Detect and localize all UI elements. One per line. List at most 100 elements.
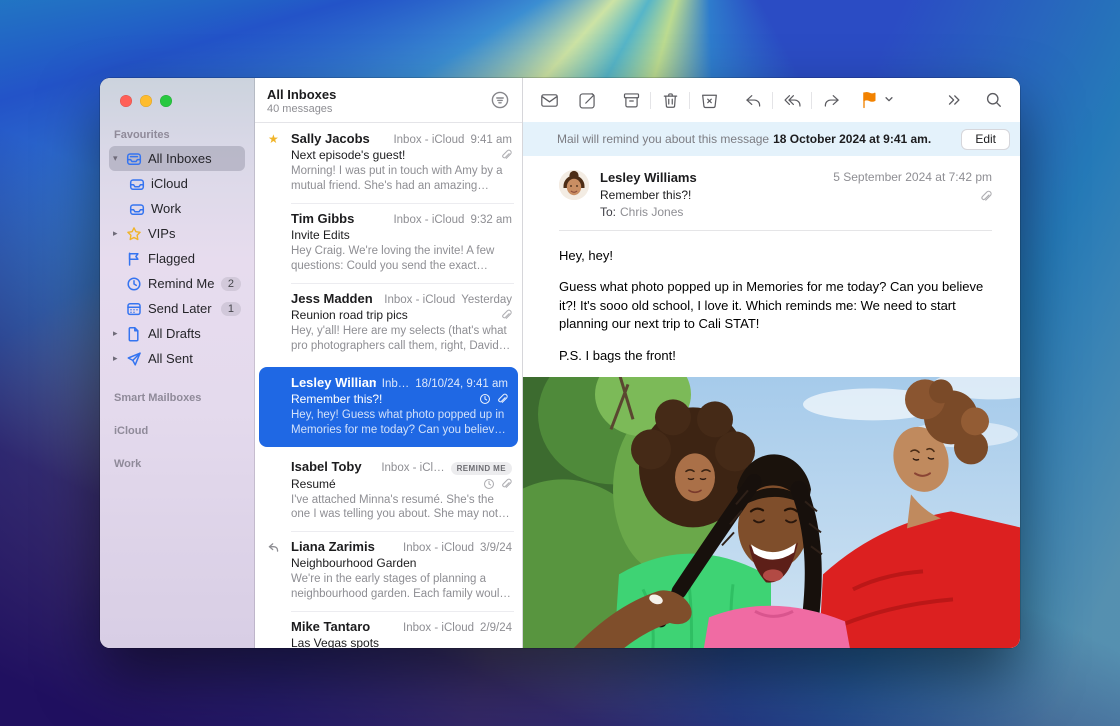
sidebar-item-remind-me[interactable]: Remind Me 2 xyxy=(109,271,245,296)
sidebar-item-label: VIPs xyxy=(148,226,241,241)
message-row[interactable]: Mike TantaroInbox - iCloud2/9/24 Las Veg… xyxy=(255,611,522,648)
row-subject: Neighbourhood Garden xyxy=(291,556,512,570)
reminder-date: 18 October 2024 at 9:41 am. xyxy=(773,132,931,146)
row-preview: Hey Craig. We're loving the invite! A fe… xyxy=(291,244,512,274)
row-sender: Lesley Williams xyxy=(291,375,376,390)
attachment-indicator xyxy=(833,190,992,203)
unread-badge: 2 xyxy=(221,277,241,291)
recipient-name: Chris Jones xyxy=(620,205,683,219)
chevron-down-icon[interactable]: ▾ xyxy=(113,153,126,164)
body-paragraph: Hey, hey! xyxy=(559,247,986,265)
row-date: 2/9/24 xyxy=(480,622,512,634)
message-row[interactable]: ★ Sally JacobsInbox - iCloud9:41 am Next… xyxy=(255,123,522,203)
chevron-right-icon[interactable]: ▸ xyxy=(113,228,126,239)
row-preview: Hey, hey! Guess what photo popped up in … xyxy=(291,408,508,438)
body-paragraph: P.S. I bags the front! xyxy=(559,347,986,365)
more-toolbar-items-button[interactable] xyxy=(942,88,966,112)
message-row[interactable]: Jess Madden Inbox - iCloud Yesterday Reuni… xyxy=(255,283,522,363)
forward-button[interactable] xyxy=(819,88,843,112)
sidebar-item-all-inboxes[interactable]: ▾ All Inboxes xyxy=(109,146,245,171)
filter-icon[interactable] xyxy=(490,90,510,110)
row-subject: Reunion road trip pics xyxy=(291,308,500,322)
flag-menu-chevron-icon[interactable] xyxy=(884,91,894,109)
get-mail-button[interactable] xyxy=(537,88,561,112)
edit-reminder-button[interactable]: Edit xyxy=(961,129,1010,150)
row-date: Yesterday xyxy=(461,294,512,306)
flag-star-icon: ★ xyxy=(268,132,279,146)
search-button[interactable] xyxy=(982,88,1006,112)
paperclip-icon xyxy=(500,149,512,161)
compose-button[interactable] xyxy=(575,88,599,112)
sidebar-item-label: All Sent xyxy=(148,351,241,366)
row-preview: Morning! I was put in touch with Amy by … xyxy=(291,164,512,194)
row-subject: Remember this?! xyxy=(291,392,479,406)
message-row[interactable]: Tim GibbsInbox - iCloud9:32 am Invite Ed… xyxy=(255,203,522,283)
star-icon xyxy=(126,226,142,242)
sidebar-item-all-sent[interactable]: ▸ All Sent xyxy=(109,346,245,371)
minimize-button[interactable] xyxy=(140,95,152,107)
inbox-icon xyxy=(129,201,145,217)
sidebar-item-label: All Inboxes xyxy=(148,151,241,166)
junk-button[interactable] xyxy=(697,88,721,112)
row-subject: Las Vegas spots xyxy=(291,636,512,648)
replied-arrow-icon xyxy=(267,541,280,554)
archive-button[interactable] xyxy=(619,88,643,112)
row-sender: Tim Gibbs xyxy=(291,211,387,226)
row-mailbox: Inbox - iCloud xyxy=(403,542,474,554)
list-message-count: 40 messages xyxy=(267,103,510,115)
message-list-header: All Inboxes 40 messages xyxy=(255,78,522,123)
reply-all-button[interactable] xyxy=(780,88,804,112)
message-list: All Inboxes 40 messages ★ Sally JacobsIn… xyxy=(255,78,523,648)
flag-button[interactable] xyxy=(857,88,881,112)
body-paragraph: Guess what photo popped up in Memories f… xyxy=(559,278,986,333)
row-sender: Jess Madden xyxy=(291,291,378,306)
photo-attachment[interactable] xyxy=(523,377,1020,648)
sender-avatar[interactable] xyxy=(559,170,589,200)
sidebar-item-send-later[interactable]: Send Later 1 xyxy=(109,296,245,321)
toolbar xyxy=(523,78,1020,122)
count-badge: 1 xyxy=(221,302,241,316)
reading-pane: Mail will remind you about this message … xyxy=(523,78,1020,648)
sidebar-item-all-drafts[interactable]: ▸ All Drafts xyxy=(109,321,245,346)
sidebar-item-work-inbox[interactable]: Work xyxy=(109,196,245,221)
remind-clock-icon xyxy=(479,393,491,405)
remind-clock-icon xyxy=(483,478,495,490)
sidebar-item-flagged[interactable]: Flagged xyxy=(109,246,245,271)
row-preview: We're in the early stages of planning a … xyxy=(291,572,512,602)
reminder-banner: Mail will remind you about this message … xyxy=(523,122,1020,156)
inbox-icon xyxy=(129,176,145,192)
message-row[interactable]: Isabel TobyInbox - iCl…REMIND ME Resumé … xyxy=(255,451,522,532)
row-mailbox: Inbox - iCloud xyxy=(393,214,464,226)
row-sender: Liana Zarimis xyxy=(291,539,397,554)
sidebar: Favourites ▾ All Inboxes iCloud Work ▸ V… xyxy=(100,78,255,648)
paperclip-icon xyxy=(500,309,512,321)
paperclip-icon xyxy=(979,190,992,203)
row-sender: Sally Jacobs xyxy=(291,131,387,146)
delete-button[interactable] xyxy=(658,88,682,112)
row-mailbox: Inbox - iCl… xyxy=(381,462,444,474)
mail-window: Favourites ▾ All Inboxes iCloud Work ▸ V… xyxy=(100,78,1020,648)
sidebar-item-icloud-inbox[interactable]: iCloud xyxy=(109,171,245,196)
chevron-right-icon[interactable]: ▸ xyxy=(113,353,126,364)
sidebar-item-label: All Drafts xyxy=(148,326,241,341)
reply-button[interactable] xyxy=(741,88,765,112)
row-sender: Isabel Toby xyxy=(291,459,375,474)
message-row[interactable]: Liana ZarimisInbox - iCloud3/9/24 Neighb… xyxy=(255,531,522,611)
message-date: 5 September 2024 at 7:42 pm xyxy=(833,170,992,184)
close-button[interactable] xyxy=(120,95,132,107)
zoom-button[interactable] xyxy=(160,95,172,107)
row-mailbox: Inb… xyxy=(382,378,410,390)
sidebar-item-label: iCloud xyxy=(151,176,241,191)
to-label: To: xyxy=(600,205,616,219)
sidebar-item-label: Remind Me xyxy=(148,276,221,291)
row-date: 18/10/24, 9:41 am xyxy=(415,378,508,390)
sidebar-item-vips[interactable]: ▸ VIPs xyxy=(109,221,245,246)
chevron-right-icon[interactable]: ▸ xyxy=(113,328,126,339)
calendar-icon xyxy=(126,301,142,317)
sidebar-section-icloud: iCloud xyxy=(100,425,254,437)
row-mailbox: Inbox - iCloud xyxy=(384,294,455,306)
message-subject: Remember this?! xyxy=(600,188,833,202)
row-subject: Resumé xyxy=(291,477,483,491)
message-row-selected[interactable]: Lesley Williams Inb… 18/10/24, 9:41 am Rem… xyxy=(259,367,518,447)
flag-icon xyxy=(126,251,142,267)
